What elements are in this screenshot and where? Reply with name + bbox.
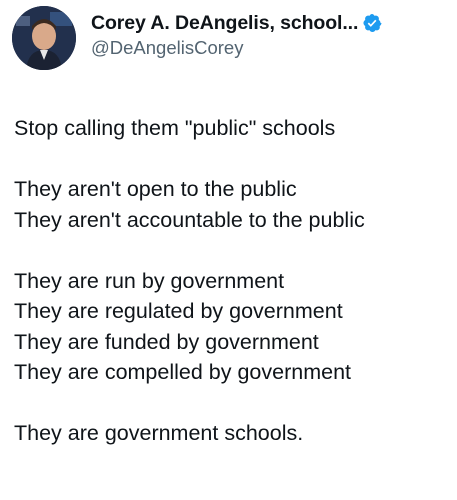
tweet-line: They are government schools. xyxy=(14,421,304,445)
tweet-line: They are compelled by government xyxy=(14,360,352,384)
verified-badge-icon xyxy=(362,13,382,33)
tweet-line: They are funded by government xyxy=(14,329,319,354)
user-handle[interactable]: @DeAngelisCorey xyxy=(91,37,382,59)
author-info: Corey A. DeAngelis, school... @DeAngelis… xyxy=(91,12,382,59)
avatar[interactable] xyxy=(12,6,76,70)
avatar-photo-icon xyxy=(12,6,76,70)
tweet-line: They are run by government xyxy=(14,268,285,293)
tweet-line: They are regulated by government xyxy=(14,299,343,323)
tweet-line: They aren't accountable to the public xyxy=(14,207,365,232)
tweet: Corey A. DeAngelis, school... @DeAngelis… xyxy=(0,0,457,500)
tweet-line: Stop calling them "public" schools xyxy=(14,116,336,140)
tweet-text: Stop calling them "public" schools They … xyxy=(14,113,454,449)
name-row: Corey A. DeAngelis, school... xyxy=(91,12,382,35)
tweet-header: Corey A. DeAngelis, school... @DeAngelis… xyxy=(12,6,382,70)
display-name[interactable]: Corey A. DeAngelis, school... xyxy=(91,12,358,35)
tweet-line: They aren't open to the public xyxy=(14,177,297,201)
